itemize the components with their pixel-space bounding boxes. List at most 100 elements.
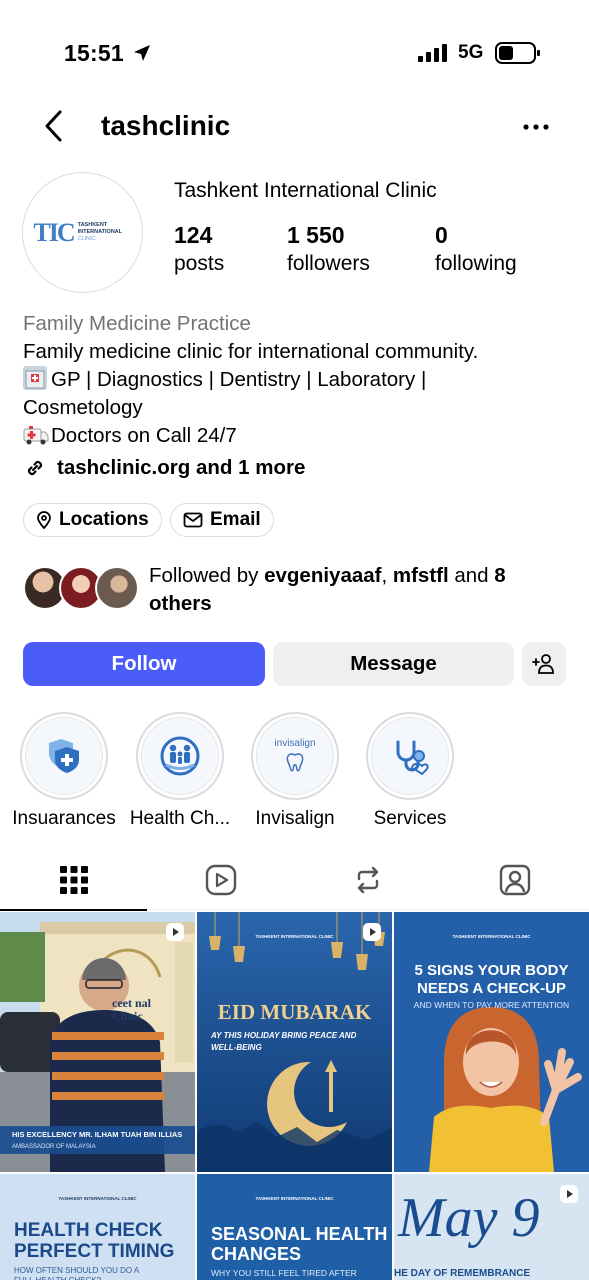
shield-plus-icon (49, 739, 79, 773)
highlight-invisalign[interactable]: invisalign Invisalign (236, 712, 354, 830)
profile-bio: Family Medicine Practice Family medicine… (23, 310, 563, 450)
post-subtitle: WHY YOU STILL FEEL TIRED AFTER WINTER (211, 1268, 357, 1280)
profile-tabs (0, 850, 589, 911)
logo-line: CLINIC (77, 236, 96, 242)
stat-value: 1 550 (287, 222, 345, 248)
post-tile[interactable]: TASHKENT INTERNATIONAL CLINIC 5 SIGNS YO… (394, 912, 589, 1172)
highlight-label: Services (373, 808, 447, 829)
posts-stat[interactable]: 124 posts (174, 222, 224, 279)
reel-icon (166, 923, 184, 941)
chip-label: Locations (59, 509, 149, 530)
profile-link[interactable]: tashclinic.org and 1 more (23, 456, 305, 480)
reel-icon (363, 923, 381, 941)
battery-icon (495, 42, 540, 64)
invisalign-logo-text: invisalign (274, 737, 316, 749)
stethoscope-icon (396, 740, 429, 776)
link-text: tashclinic.org and 1 more (57, 456, 306, 479)
message-button[interactable]: Message (273, 642, 514, 686)
add-person-icon (532, 654, 554, 674)
clinic-logo-mini: TASHKENT INTERNATIONAL CLINIC (58, 1196, 137, 1201)
status-time: 15:51 (64, 40, 124, 66)
follow-button[interactable]: Follow (23, 642, 265, 686)
post-title: HEALTH CHECK PERFECT TIMING (14, 1220, 175, 1262)
following-stat[interactable]: 0 following (435, 222, 517, 279)
bio-line: Cosmetology (23, 396, 143, 419)
clinic-logo-mini: TASHKENT INTERNATIONAL CLINIC (255, 1196, 334, 1201)
stat-value: 124 (174, 222, 213, 248)
more-dots-icon (523, 124, 549, 130)
shop-sign: ceet nal Clinic (112, 996, 151, 1023)
locations-chip[interactable]: Locations (23, 503, 162, 537)
post-tile[interactable]: TASHKENT INTERNATIONAL CLINIC HEALTH CHE… (0, 1174, 195, 1280)
highlight-health-check[interactable]: Health Ch... (121, 712, 239, 830)
tab-grid[interactable] (0, 850, 147, 911)
bio-line: Doctors on Call 24/7 (23, 422, 563, 450)
mutual-followers[interactable]: Followed by evgeniyaaaf, mfstfl and 8 ot… (23, 562, 563, 622)
stat-value: 0 (435, 222, 448, 248)
mutual-username: evgeniyaaaf (264, 564, 382, 587)
map-pin-icon (37, 511, 51, 529)
tab-tagged[interactable] (441, 850, 588, 910)
cellular-signal-icon (418, 44, 447, 62)
profile-full-name: Tashkent International Clinic (174, 179, 437, 202)
network-type: 5G (458, 42, 484, 63)
status-bar: 15:51 5G (0, 0, 589, 100)
profile-avatar[interactable]: TIC TASHKENT INTERNATIONAL CLINIC (22, 172, 143, 293)
clinic-logo: TIC TASHKENT INTERNATIONAL CLINIC (33, 218, 131, 248)
mail-icon (183, 512, 203, 528)
post-subtitle: AND WHEN TO PAY MORE ATTENTION (413, 1000, 570, 1010)
top-nav: tashclinic (0, 100, 589, 156)
active-tab-indicator (0, 909, 147, 911)
followers-stat[interactable]: 1 550 followers (287, 222, 370, 279)
logo-text: TASHKENT INTERNATIONAL CLINIC (78, 222, 132, 243)
reposts-icon (357, 866, 378, 894)
ambulance-emoji-icon (23, 422, 49, 446)
stat-label: followers (287, 252, 370, 275)
logo-line: TASHKENT (77, 222, 108, 228)
bio-services: GP | Diagnostics | Dentistry | Laborator… (51, 368, 427, 391)
highlight-services[interactable]: Services (351, 712, 469, 830)
tab-reposts[interactable] (294, 850, 441, 910)
hospital-emoji-icon (23, 366, 47, 390)
bio-doctors-on-call: Doctors on Call 24/7 (51, 424, 237, 447)
tab-reels[interactable] (147, 850, 294, 910)
conjunction: and (448, 564, 495, 587)
highlight-label: Health Ch... (129, 808, 231, 829)
stat-label: posts (174, 252, 225, 275)
reels-icon (205, 864, 236, 896)
bio-line: GP | Diagnostics | Dentistry | Laborator… (23, 366, 563, 394)
profile-category: Family Medicine Practice (23, 312, 251, 335)
post-subtitle: HE DAY OF REMEMBRANCE (394, 1268, 531, 1279)
post-tile[interactable]: TASHKENT INTERNATIONAL CLINIC SEASONAL H… (197, 1174, 392, 1280)
back-button[interactable] (36, 106, 72, 146)
grid-icon (59, 866, 88, 894)
profile-username: tashclinic (101, 110, 231, 141)
post-subtitle: AY THIS HOLIDAY BRING PEACE AND WELL-BEI… (211, 1031, 357, 1052)
highlight-insurances[interactable]: Insuarances (5, 712, 123, 830)
post-tile[interactable]: ceet nal Clinic HIS EXCELLENCY MR. ILHAM… (0, 912, 195, 1172)
post-photo (394, 912, 589, 1172)
more-options-button[interactable] (520, 112, 552, 142)
post-subtitle: HOW OFTEN SHOULD YOU DO A FULL HEALTH CH… (14, 1266, 139, 1280)
tooth-icon (286, 752, 304, 771)
logo-line: INTERNATIONAL (77, 229, 123, 235)
post-banner-subtitle: AMBASSADOR OF MALAYSIA (12, 1144, 96, 1150)
highlight-label: Insuarances (12, 808, 116, 829)
location-arrow-icon (134, 45, 150, 61)
mutual-avatar (95, 566, 139, 610)
logo-mark: TIC (33, 217, 75, 247)
chevron-left-icon (45, 110, 62, 142)
post-tile[interactable]: TASHKENT INTERNATIONAL CLINIC EID MUBARA… (197, 912, 392, 1172)
followed-prefix: Followed by (149, 564, 265, 587)
email-chip[interactable]: Email (170, 503, 274, 537)
clinic-logo-mini: TASHKENT INTERNATIONAL CLINIC (452, 934, 531, 939)
suggest-users-button[interactable] (522, 642, 566, 686)
chip-label: Email (210, 509, 261, 530)
post-tile[interactable]: May 9 HE DAY OF REMEMBRANCE (394, 1174, 589, 1280)
post-banner-title: HIS EXCELLENCY MR. ILHAM TUAH BIN ILLIAS (12, 1130, 183, 1139)
post-title: SEASONAL HEALTH CHANGES (211, 1224, 388, 1264)
separator: , (381, 564, 393, 587)
family-icon (160, 736, 200, 776)
post-title: 5 SIGNS YOUR BODY NEEDS A CHECK-UP (414, 962, 569, 997)
post-title: May 9 (398, 1187, 540, 1249)
